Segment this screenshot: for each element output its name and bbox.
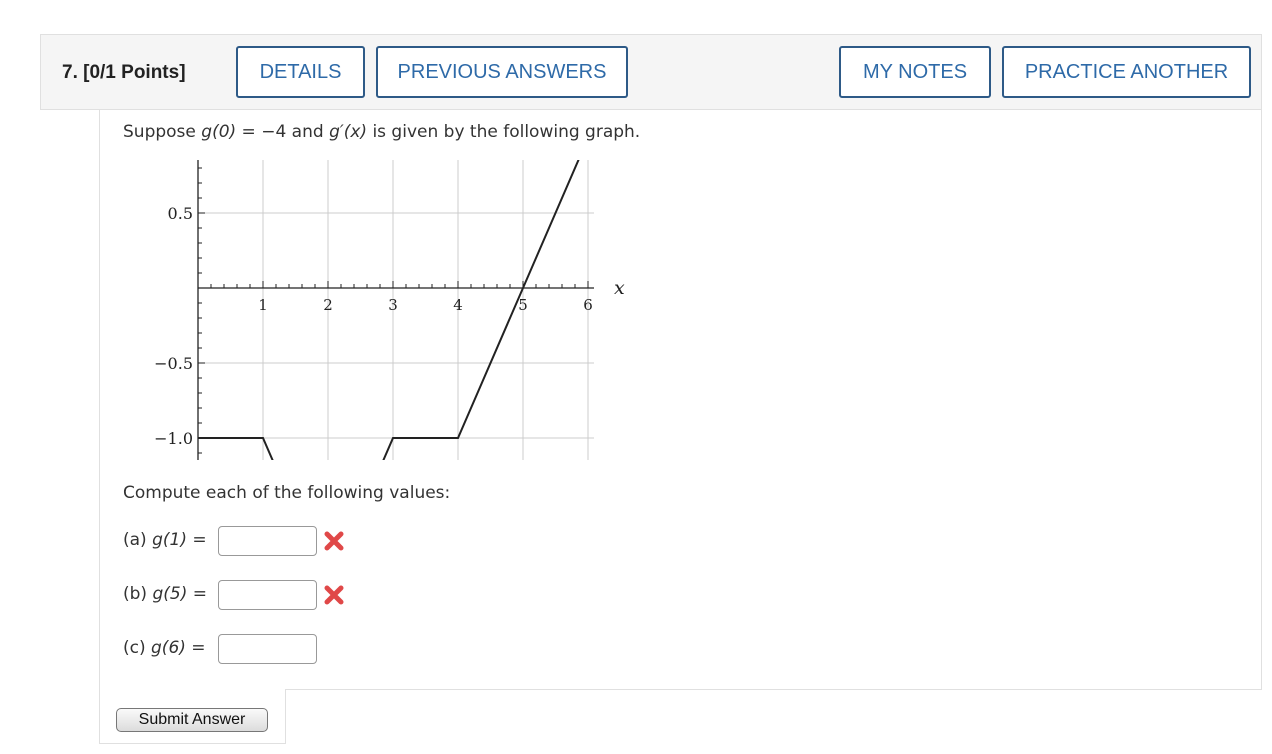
part-a-label: (a) g(1) =	[123, 530, 207, 550]
x-tick-label: 6	[583, 296, 593, 314]
x-tick-label: 5	[518, 296, 528, 314]
part-c-prefix: (c)	[123, 638, 152, 658]
part-a-fn: g(1)	[152, 530, 187, 550]
incorrect-x-icon	[324, 531, 344, 551]
y-tick-label: −1.0	[154, 429, 193, 448]
statement-eq: = −4 and	[236, 122, 330, 142]
part-c-fn: g(6)	[151, 638, 186, 658]
statement-g0: g(0)	[201, 122, 237, 142]
part-b-answer-input[interactable]	[218, 580, 317, 610]
part-a-answer-input[interactable]	[218, 526, 317, 556]
practice-another-button[interactable]: PRACTICE ANOTHER	[1002, 46, 1251, 98]
previous-answers-button[interactable]: PREVIOUS ANSWERS	[376, 46, 628, 98]
submit-answer-button[interactable]: Submit Answer	[116, 708, 268, 732]
my-notes-button[interactable]: MY NOTES	[839, 46, 991, 98]
question-label: 7. [0/1 Points]	[62, 62, 186, 83]
x-tick-label: 3	[388, 296, 398, 314]
submit-area: Submit Answer	[99, 689, 286, 744]
part-c-answer-input[interactable]	[218, 634, 317, 664]
part-b-label: (b) g(5) =	[123, 584, 207, 604]
compute-instructions: Compute each of the following values:	[123, 483, 451, 503]
part-c-eq: =	[185, 638, 206, 658]
part-a-prefix: (a)	[123, 530, 153, 550]
details-button[interactable]: DETAILS	[236, 46, 365, 98]
part-b-eq: =	[187, 584, 207, 604]
statement-prefix: Suppose	[123, 122, 202, 142]
y-tick-label: −0.5	[154, 354, 193, 373]
x-tick-label: 2	[323, 296, 333, 314]
incorrect-x-icon	[324, 585, 344, 605]
part-b-prefix: (b)	[123, 584, 153, 604]
part-b-fn: g(5)	[152, 584, 188, 604]
statement-suffix: is given by the following graph.	[367, 122, 641, 142]
part-c-label: (c) g(6) =	[123, 638, 206, 658]
question-header: 7. [0/1 Points] DETAILS PREVIOUS ANSWERS…	[40, 34, 1262, 110]
y-tick-label: 0.5	[168, 204, 193, 223]
x-tick-label: 4	[453, 296, 463, 314]
part-a-eq: =	[186, 530, 207, 550]
x-tick-label: 1	[258, 296, 268, 314]
problem-statement: Suppose g(0) = −4 and g′(x) is given by …	[123, 122, 640, 142]
x-axis-label: x	[614, 277, 625, 299]
derivative-graph: 1234561.00.5−0.5−1.0−1.5−2.0xy	[154, 160, 625, 460]
statement-gprime: g′(x)	[329, 122, 368, 142]
